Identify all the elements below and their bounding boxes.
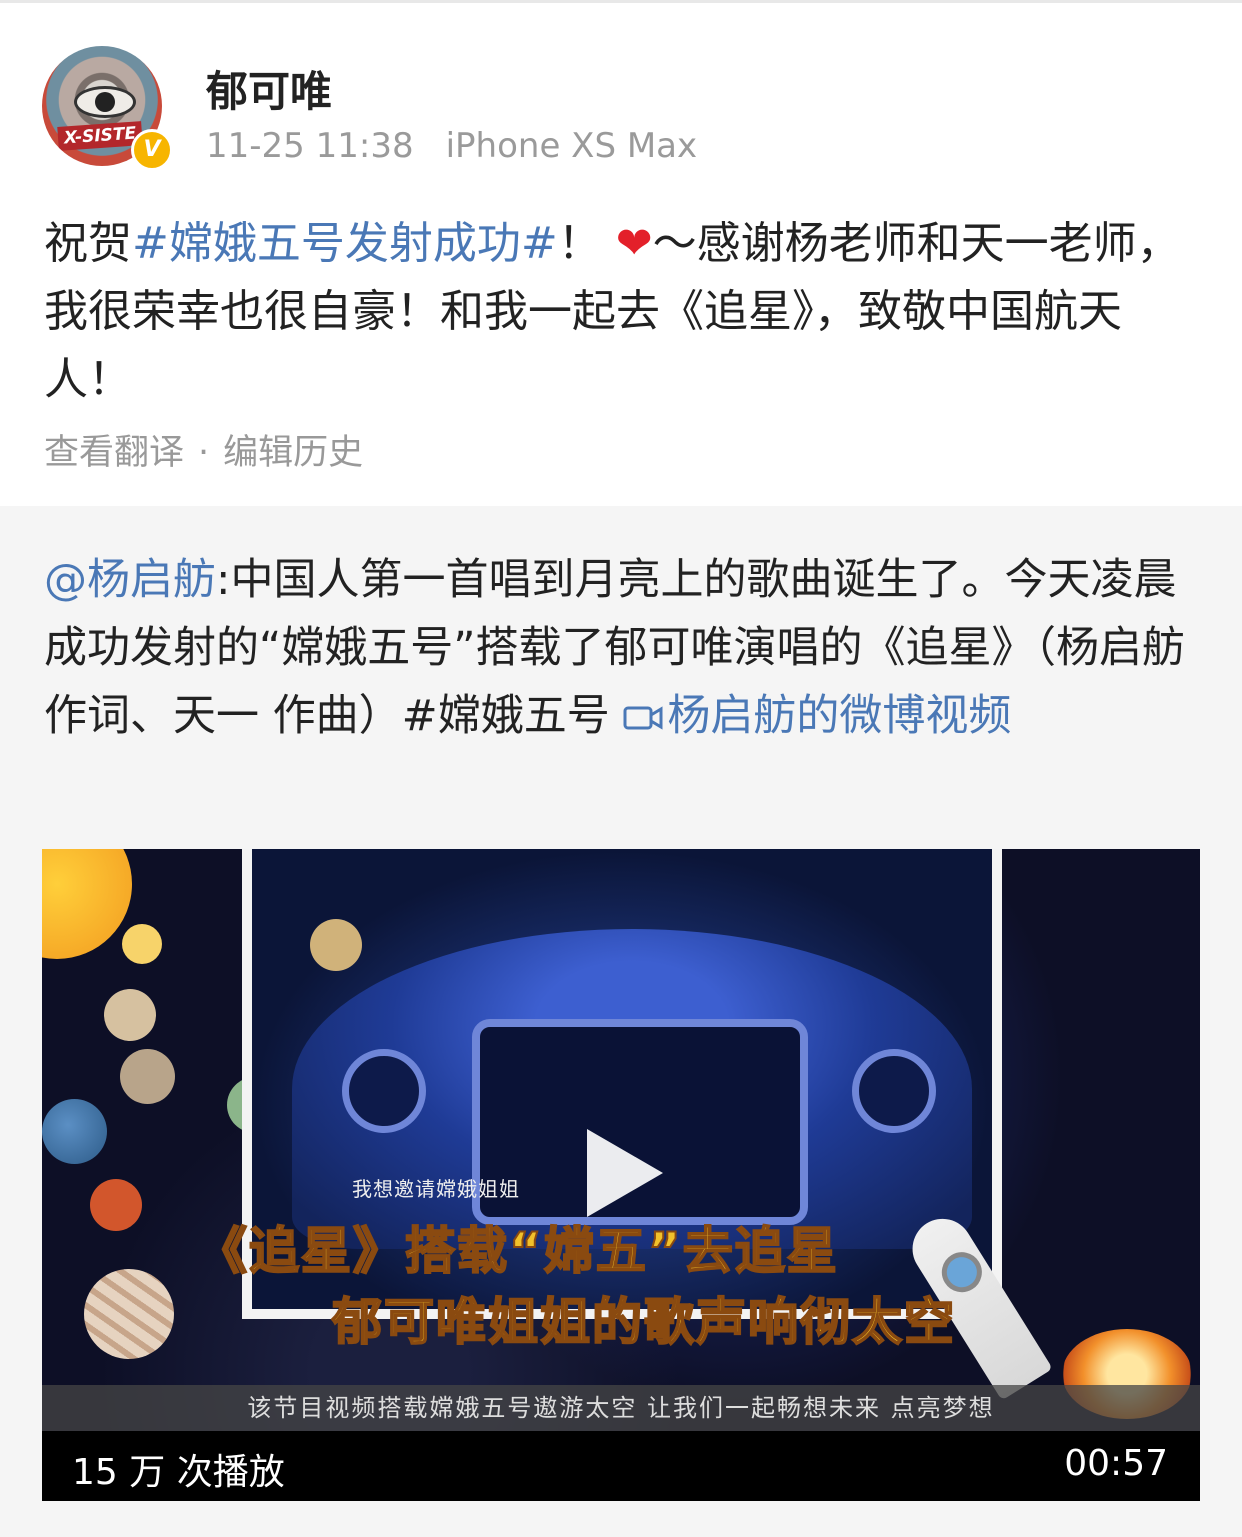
repost-text: :中国人第一首唱到月亮上的歌曲诞生了。今天凌晨成功发射的“嫦娥五号”搭载了郁可唯… bbox=[44, 555, 1186, 741]
planet-graphic bbox=[84, 1269, 174, 1359]
video-subtitle: 我想邀请嫦娥姐姐 bbox=[352, 1177, 520, 1201]
avatar-label: X-SISTE bbox=[57, 121, 143, 151]
separator: · bbox=[198, 433, 210, 473]
video-bottom-bar: 15 万 次播放 00:57 bbox=[42, 1431, 1200, 1501]
play-count: 15 万 次播放 bbox=[72, 1452, 285, 1493]
username[interactable]: 郁可唯 bbox=[206, 58, 332, 119]
weibo-post: X-SISTE V 郁可唯 11-25 11:38 iPhone XS Max 祝… bbox=[0, 0, 1242, 506]
eye-graphic bbox=[74, 86, 136, 118]
earth-graphic bbox=[42, 1099, 107, 1164]
post-body: 祝贺#嫦娥五号发射成功#！ ❤～感谢杨老师和天一老师，我很荣幸也很自豪！和我一起… bbox=[44, 210, 1204, 414]
post-text-punct: ！ bbox=[557, 218, 616, 269]
video-link-text: 杨启舫的微博视频 bbox=[667, 691, 1012, 741]
edit-history-link[interactable]: 编辑历史 bbox=[223, 433, 363, 473]
post-actions: 查看翻译 · 编辑历史 bbox=[44, 424, 363, 475]
planet-graphic bbox=[120, 1049, 175, 1104]
post-text-prefix: 祝贺 bbox=[44, 218, 132, 269]
repost-body: @杨启舫:中国人第一首唱到月亮上的歌曲诞生了。今天凌晨成功发射的“嫦娥五号”搭载… bbox=[44, 546, 1204, 750]
heart-icon: ❤ bbox=[615, 218, 653, 269]
video-player[interactable]: 我想邀请嫦娥姐姐 《追星》搭载“嫦五”去追星 郁可唯姐姐的歌声响彻太空 该节目视… bbox=[42, 849, 1200, 1501]
post-meta: 11-25 11:38 iPhone XS Max bbox=[206, 126, 697, 166]
mention-link[interactable]: @杨启舫 bbox=[44, 555, 216, 605]
play-icon[interactable] bbox=[587, 1129, 663, 1217]
planet-graphic bbox=[122, 924, 162, 964]
video-info-band: 该节目视频搭载嫦娥五号遨游太空 让我们一起畅想未来 点亮梦想 bbox=[42, 1385, 1200, 1431]
post-device: iPhone XS Max bbox=[445, 126, 698, 166]
saturn-graphic bbox=[310, 919, 362, 971]
video-caption-line1: 《追星》搭载“嫦五”去追星 bbox=[196, 1221, 839, 1281]
top-divider bbox=[0, 0, 1242, 3]
planet-graphic bbox=[104, 989, 156, 1041]
verified-badge-icon: V bbox=[131, 129, 173, 171]
planet-graphic bbox=[90, 1179, 142, 1231]
translate-link[interactable]: 查看翻译 bbox=[44, 433, 184, 473]
hashtag-link[interactable]: #嫦娥五号发射成功# bbox=[132, 218, 558, 269]
video-caption-line2: 郁可唯姐姐的歌声响彻太空 bbox=[331, 1292, 956, 1352]
video-link[interactable]: 杨启舫的微博视频 bbox=[623, 691, 1011, 741]
post-timestamp: 11-25 11:38 bbox=[206, 126, 414, 166]
porthole-graphic bbox=[342, 1049, 426, 1133]
video-duration: 00:57 bbox=[1064, 1443, 1168, 1484]
video-camera-icon bbox=[623, 706, 663, 730]
porthole-graphic bbox=[852, 1049, 936, 1133]
